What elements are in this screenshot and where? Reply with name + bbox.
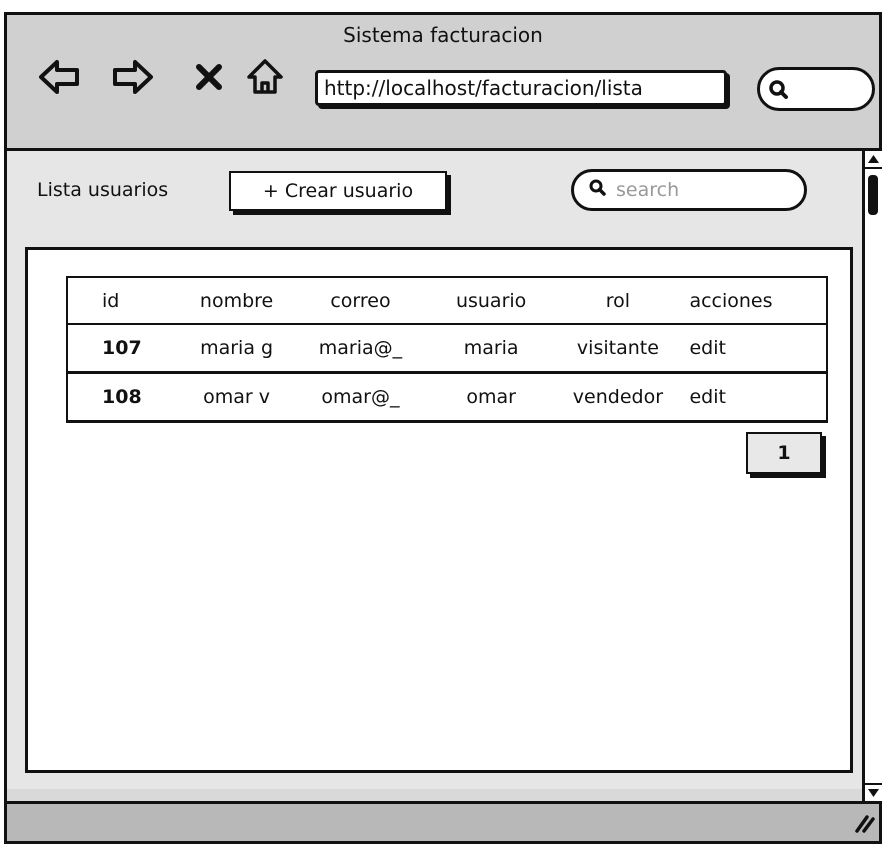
back-arrow-icon[interactable] xyxy=(37,55,81,99)
page-title: Lista usuarios xyxy=(37,179,169,201)
resize-grip-icon[interactable] xyxy=(851,809,875,837)
browser-window: Sistema facturacion http://localhost/fac… xyxy=(4,12,882,844)
search-icon xyxy=(766,77,792,107)
url-bar[interactable]: http://localhost/facturacion/lista xyxy=(315,70,727,106)
browser-search-field[interactable] xyxy=(757,67,875,111)
create-user-button[interactable]: + Crear usuario xyxy=(229,171,447,211)
cell-id: 107 xyxy=(102,337,142,359)
cell-usuario: omar xyxy=(466,386,516,408)
users-panel: id nombre correo usuario rol acciones 10… xyxy=(25,247,853,773)
table-row: 107 maria g maria@_ maria visitante edit xyxy=(66,323,828,373)
scroll-up-button[interactable] xyxy=(865,151,882,169)
cell-rol: vendedor xyxy=(572,386,664,408)
column-header-usuario: usuario xyxy=(455,290,527,312)
cell-id: 108 xyxy=(102,386,142,408)
edit-link[interactable]: edit xyxy=(675,337,826,359)
scrollbar-thumb[interactable] xyxy=(868,175,878,215)
search-input[interactable] xyxy=(614,178,788,202)
cell-nombre: maria g xyxy=(200,337,274,359)
column-header-rol: rol xyxy=(605,290,631,312)
table-row: 108 omar v omar@_ omar vendedor edit xyxy=(66,372,828,422)
column-header-nombre: nombre xyxy=(199,290,274,312)
cell-correo: omar@_ xyxy=(321,386,400,408)
title-bar: Sistema facturacion http://localhost/fac… xyxy=(7,15,879,151)
caret-up-icon xyxy=(868,155,879,163)
table-header-row: id nombre correo usuario rol acciones xyxy=(68,278,826,324)
vertical-scrollbar[interactable] xyxy=(862,151,882,801)
users-table: id nombre correo usuario rol acciones 10… xyxy=(66,276,828,423)
pagination-page-button[interactable]: 1 xyxy=(746,432,822,474)
forward-arrow-icon[interactable] xyxy=(111,55,155,99)
home-icon[interactable] xyxy=(243,55,287,99)
close-icon[interactable] xyxy=(187,55,231,99)
cell-usuario: maria xyxy=(463,337,519,359)
column-header-correo: correo xyxy=(330,290,391,312)
scroll-down-button[interactable] xyxy=(865,783,882,801)
search-icon xyxy=(588,178,608,202)
page-content: Lista usuarios + Crear usuario id nombre… xyxy=(7,151,862,789)
column-header-id: id xyxy=(102,290,120,312)
column-header-acciones: acciones xyxy=(689,290,773,312)
caret-down-icon xyxy=(868,789,879,797)
edit-link[interactable]: edit xyxy=(675,386,826,408)
cell-rol: visitante xyxy=(576,337,659,359)
cell-correo: maria@_ xyxy=(318,337,403,359)
status-bar xyxy=(7,801,879,841)
window-title: Sistema facturacion xyxy=(343,23,543,47)
cell-nombre: omar v xyxy=(203,386,271,408)
search-field[interactable] xyxy=(571,169,807,211)
